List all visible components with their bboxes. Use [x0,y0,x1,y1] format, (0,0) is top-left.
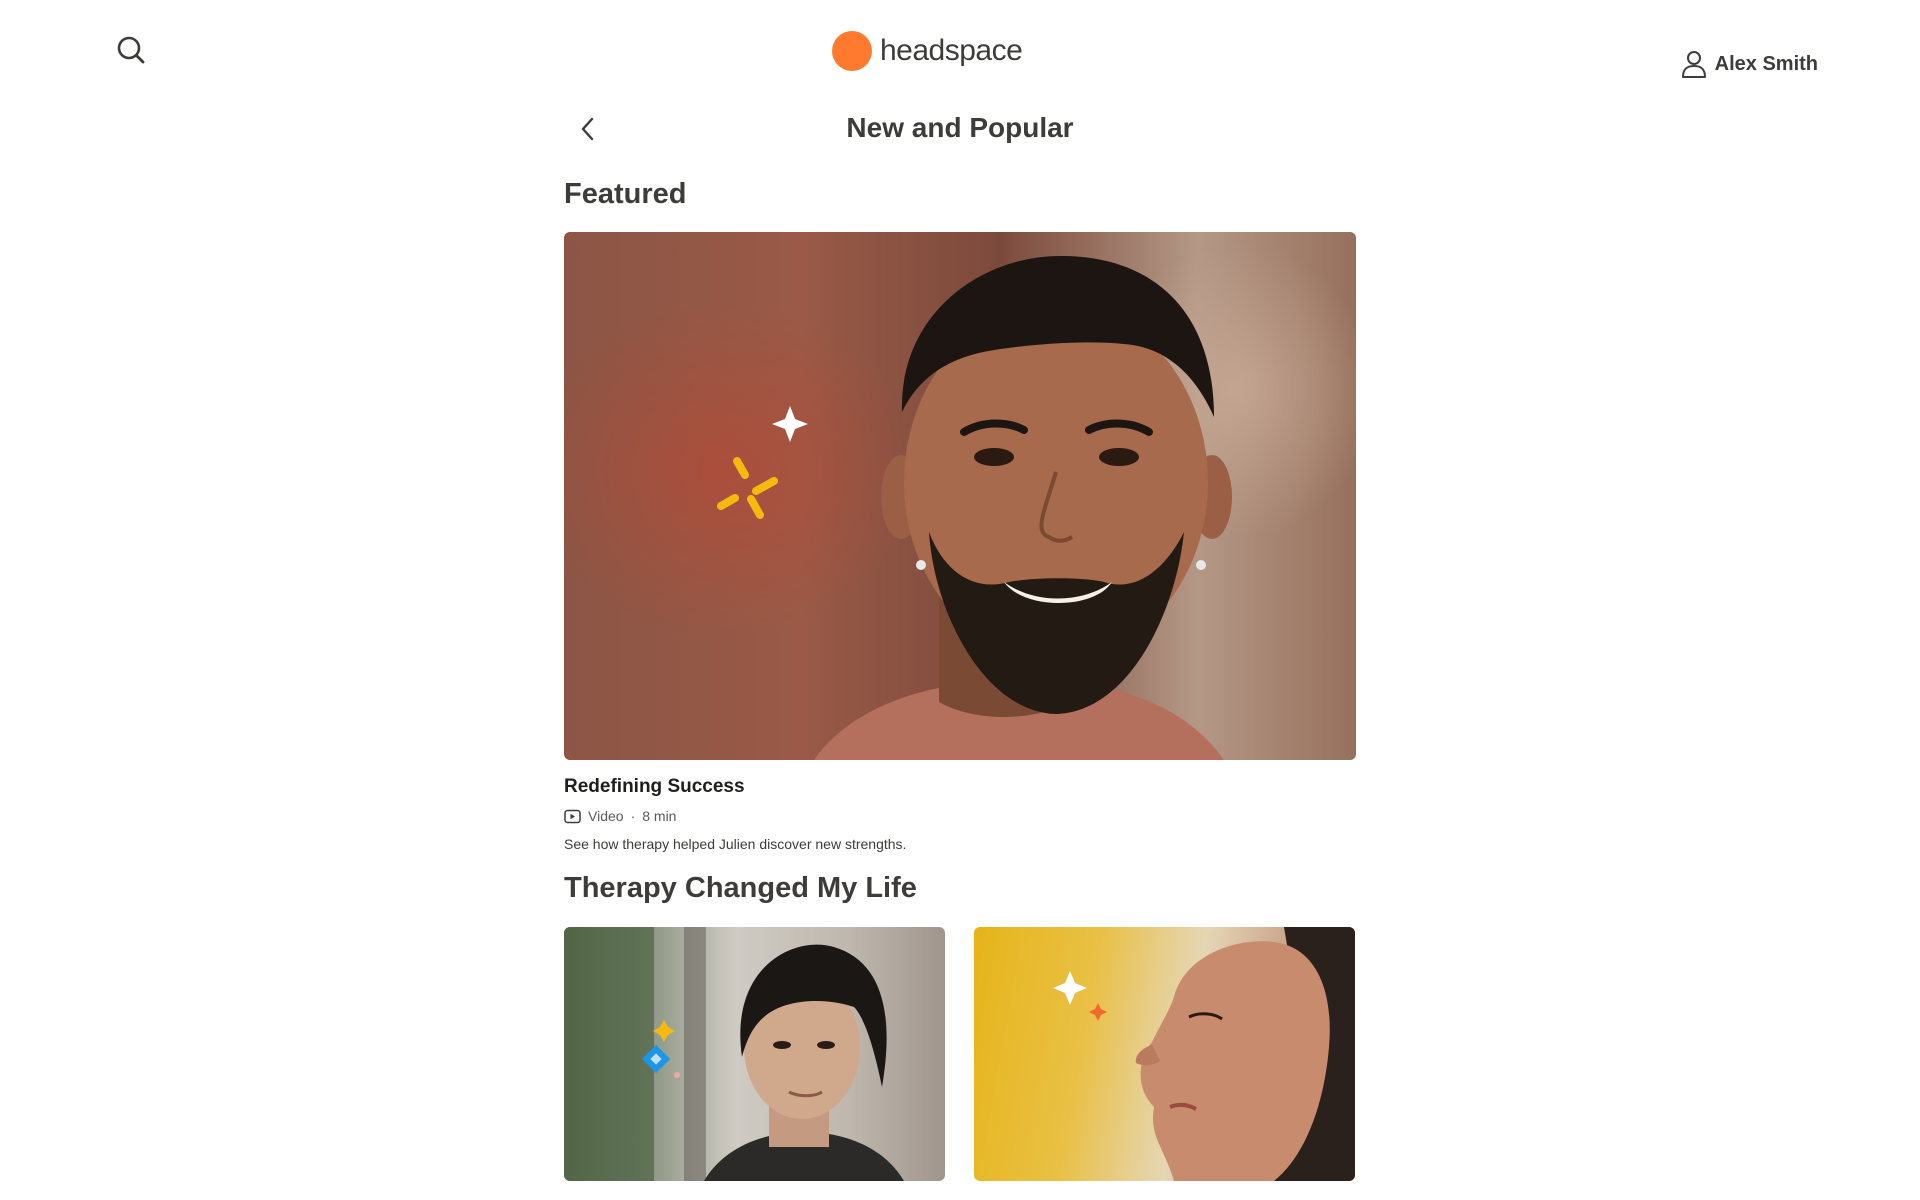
search-icon [117,36,145,64]
featured-heading: Featured [564,178,687,210]
user-name: Alex Smith [1714,52,1818,75]
therapy-card-thumbnail-2[interactable] [974,927,1355,1181]
featured-portrait-illustration [717,255,1232,760]
main-content: New and Popular Featured Redefining Succ… [564,100,1356,1181]
search-button[interactable] [115,34,149,68]
featured-card-title: Redefining Success [564,776,745,797]
therapy-section-heading: Therapy Changed My Life [564,872,917,904]
user-icon [1681,51,1706,78]
video-icon [564,809,581,823]
logo-dot-icon [832,31,872,71]
page-header: New and Popular [564,100,1356,160]
content-duration: 8 min [642,808,677,824]
featured-card-meta: Video · 8 min [564,808,1356,824]
content-type: Video [588,808,624,824]
headspace-logo[interactable]: headspace [832,30,1023,72]
top-navigation-bar: headspace Alex Smith [0,0,1920,100]
user-menu[interactable]: Alex Smith [1681,50,1818,78]
logo-wordmark: headspace [880,34,1023,67]
man-portrait-illustration [564,927,904,1181]
therapy-card-row [564,927,1355,1181]
meta-separator: · [630,808,636,824]
therapy-card-thumbnail-1[interactable] [564,927,945,1181]
featured-video-thumbnail[interactable] [564,232,1356,760]
featured-card[interactable]: Redefining Success Video · 8 min See how… [564,232,1356,852]
woman-portrait-illustration [1053,927,1355,1181]
featured-card-description: See how therapy helped Julien discover n… [564,836,907,852]
page-title: New and Popular [846,112,1074,143]
